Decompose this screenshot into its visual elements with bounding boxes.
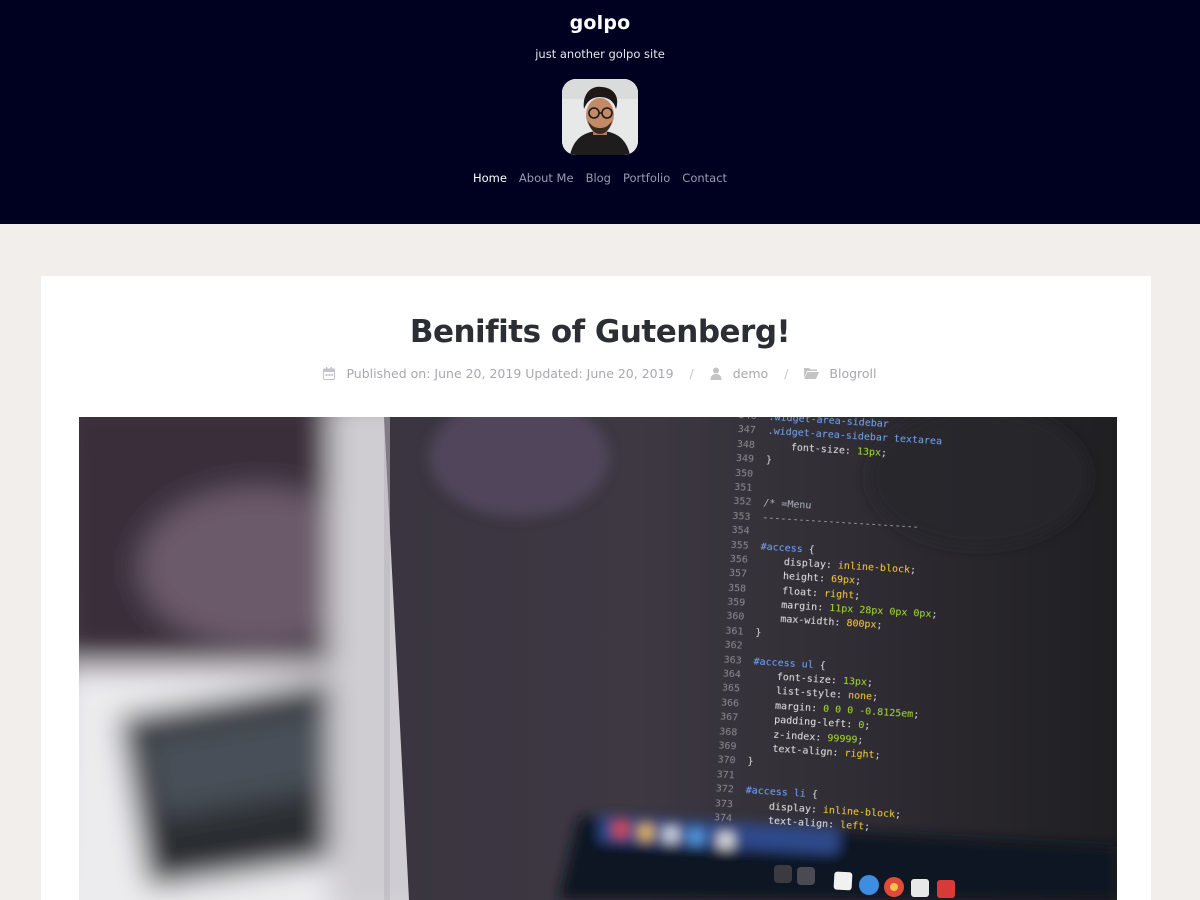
published-date: June 20, 2019: [434, 366, 522, 381]
code-token: right: [823, 588, 855, 602]
code-editor-text: 346.widget-area-sidebar347.widget-area-s…: [714, 417, 1117, 850]
nav-item-blog[interactable]: Blog: [586, 171, 611, 185]
code-token: left: [839, 819, 865, 833]
code-line-number: 374: [713, 812, 733, 825]
code-token: inline-block: [822, 804, 896, 820]
post-category-link[interactable]: Blogroll: [829, 366, 876, 381]
code-token: ;: [876, 620, 883, 632]
meta-separator: /: [784, 366, 789, 381]
code-token: none: [847, 690, 873, 704]
post-author-link[interactable]: demo: [733, 366, 768, 381]
code-token: ;: [863, 720, 871, 732]
nav-item-about-me[interactable]: About Me: [519, 171, 574, 185]
code-token: 69px: [830, 574, 856, 587]
code-token: {: [813, 659, 827, 672]
code-token: ;: [866, 677, 874, 689]
published-label: Published on:: [346, 366, 431, 381]
updated-label: Updated:: [525, 366, 583, 381]
code-token: #access: [760, 541, 804, 555]
code-token: ;: [871, 692, 879, 704]
code-token: ;: [863, 821, 871, 833]
post-meta: Published on: June 20, 2019 Updated: Jun…: [0, 366, 1200, 381]
code-token: 800px: [846, 618, 877, 632]
code-token: ;: [854, 575, 862, 588]
meta-separator: /: [689, 366, 694, 381]
nav-item-home[interactable]: Home: [473, 171, 507, 185]
featured-image[interactable]: 346.widget-area-sidebar347.widget-area-s…: [79, 417, 1117, 900]
code-token: ;: [874, 749, 881, 762]
folder-icon: [804, 367, 820, 381]
code-token: ;: [912, 709, 920, 721]
code-token: ;: [894, 808, 902, 821]
site-title[interactable]: golpo: [0, 12, 1200, 34]
code-token: }: [765, 454, 773, 467]
user-icon: [710, 367, 724, 381]
code-token: ;: [931, 609, 938, 621]
site-header: golpo just another golpo site Home About…: [0, 0, 1200, 224]
code-token: 13px: [842, 675, 868, 689]
code-token: {: [802, 543, 816, 556]
code-token: height:: [758, 569, 832, 586]
code-token: }: [747, 756, 754, 768]
post-title: Benifits of Gutenberg!: [409, 314, 791, 350]
code-token: ;: [857, 734, 864, 746]
code-token: /* =Menu: [762, 498, 812, 512]
code-token: 13px: [856, 446, 882, 459]
code-token: right: [844, 748, 875, 761]
code-token: float:: [757, 584, 825, 600]
code-token: ;: [880, 447, 888, 459]
updated-date: June 20, 2019: [586, 366, 674, 381]
nav-item-contact[interactable]: Contact: [682, 171, 727, 185]
site-tagline: just another golpo site: [535, 47, 665, 61]
code-token: #access li: [745, 785, 807, 800]
code-token: }: [755, 627, 762, 639]
code-token: ;: [853, 590, 861, 602]
main-nav: Home About Me Blog Portfolio Contact: [0, 171, 1200, 185]
avatar[interactable]: [562, 79, 638, 155]
code-token: {: [805, 788, 819, 801]
nav-item-portfolio[interactable]: Portfolio: [623, 171, 670, 185]
calendar-icon: [323, 366, 337, 381]
code-token: #access ul: [753, 656, 815, 671]
code-token: 99999: [827, 732, 858, 746]
code-token: ;: [909, 564, 917, 577]
avatar-photo: [562, 79, 638, 155]
